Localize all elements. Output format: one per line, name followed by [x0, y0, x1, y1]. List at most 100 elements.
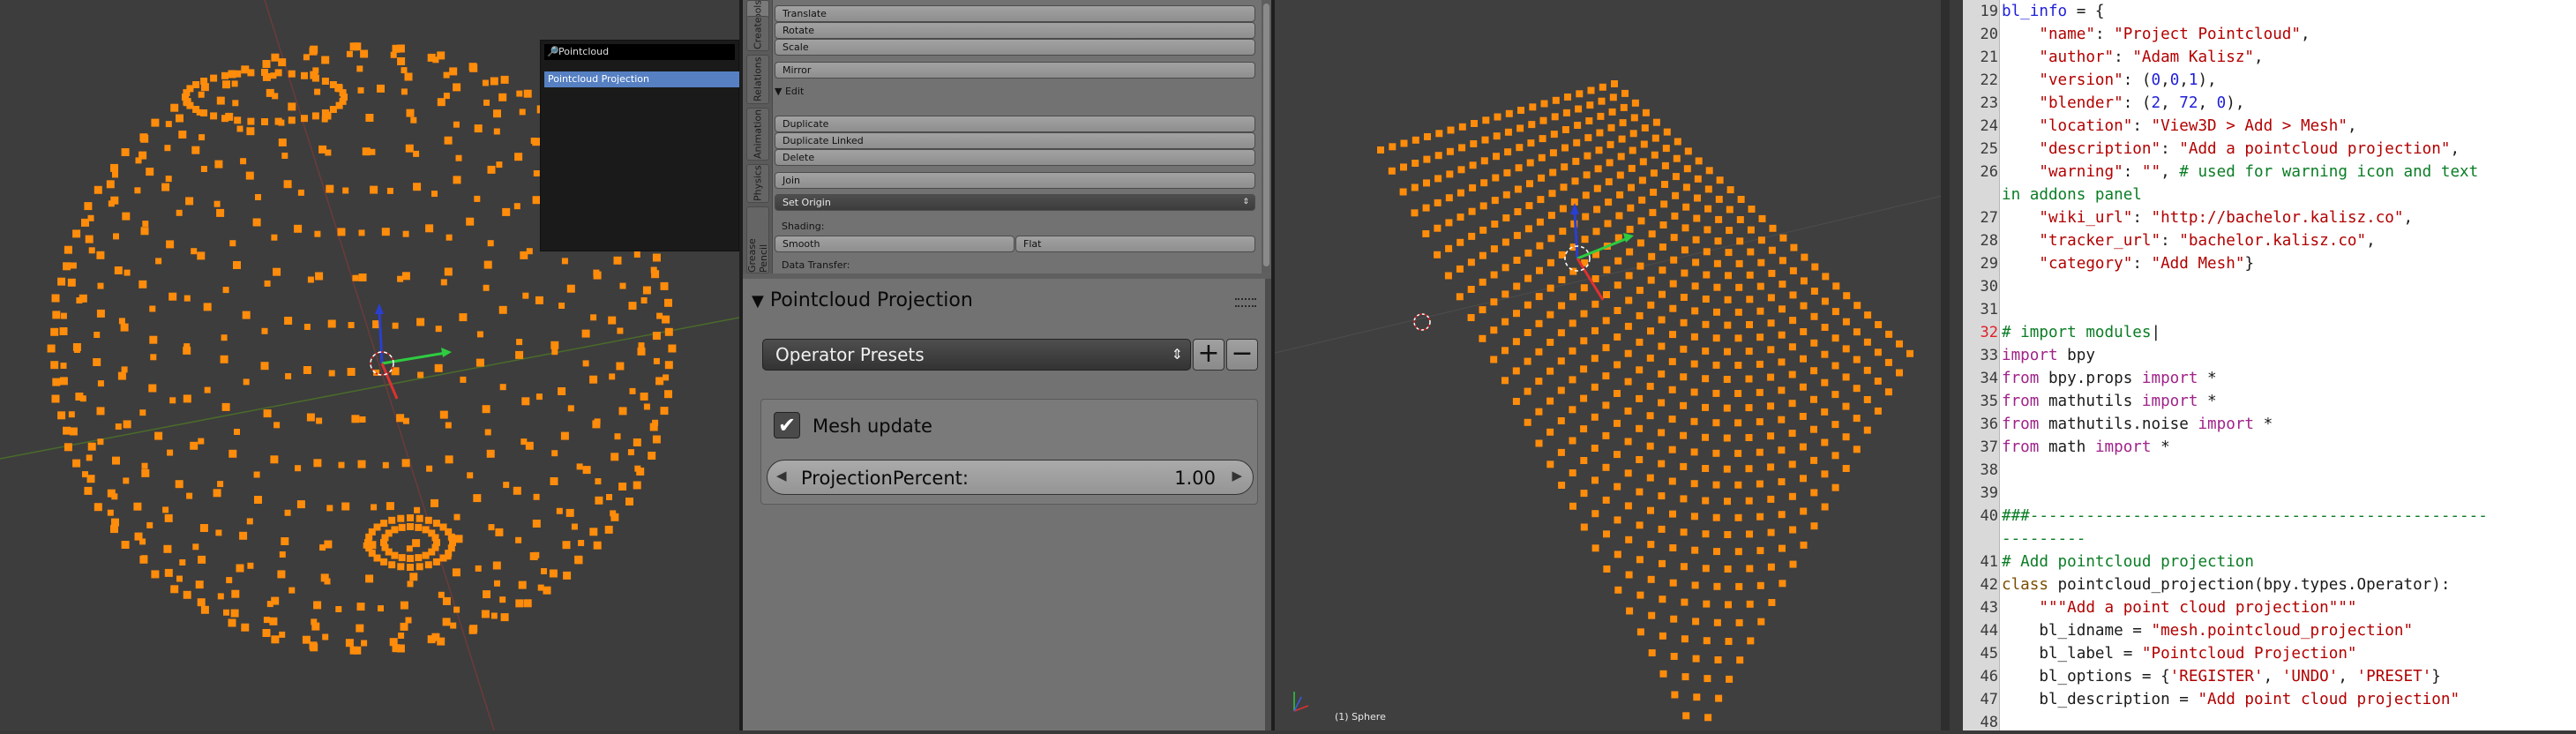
smooth-button[interactable]: Smooth — [775, 236, 1015, 252]
code-line: import bpy — [2002, 347, 2095, 364]
tab-create[interactable]: Create — [746, 16, 769, 51]
viewport-edge — [1941, 0, 1950, 730]
code-line: "version": (0,0,1), — [2039, 71, 2217, 89]
delete-label: Delete — [783, 152, 815, 163]
code-line: bl_info = { — [2002, 3, 2105, 20]
line-number: 22 — [1980, 71, 1998, 89]
code-line: # Add pointcloud projection — [2002, 553, 2254, 571]
line-number: 28 — [1980, 232, 1998, 250]
line-number: 35 — [1980, 393, 1998, 410]
line-number: 26 — [1980, 163, 1998, 181]
add-preset-button[interactable]: + — [1193, 339, 1224, 371]
plus-icon: + — [1197, 338, 1220, 369]
minus-icon: − — [1231, 338, 1254, 369]
dropdown-arrows-icon: ⇕ — [1171, 346, 1183, 363]
code-line: # import modules| — [2002, 324, 2161, 341]
tab-relations-label: Relations — [752, 56, 764, 102]
tab-physics[interactable]: Physics — [746, 164, 769, 203]
delete-button[interactable]: Delete — [775, 149, 1255, 166]
decrement-arrow-icon[interactable]: ◀ — [776, 468, 787, 483]
duplicate-linked-button[interactable]: Duplicate Linked — [775, 132, 1255, 149]
data-transfer-label: Data Transfer: — [782, 259, 850, 271]
line-number: 25 — [1980, 140, 1998, 158]
line-number: 23 — [1980, 94, 1998, 112]
operator-redo-panel: ▼ Pointcloud Projection Operator Presets… — [743, 279, 1278, 730]
operator-panel-header[interactable]: ▼ Pointcloud Projection — [752, 289, 973, 311]
shading-label: Shading: — [782, 221, 825, 232]
viewport-right[interactable]: (1) Sphere — [1275, 0, 1950, 730]
line-number: 42 — [1980, 576, 1998, 594]
line-number: 34 — [1980, 370, 1998, 387]
operator-search-menu[interactable]: 🔎 Pointcloud Pointcloud Projection — [540, 40, 739, 251]
collapse-triangle-icon: ▼ — [775, 86, 783, 97]
tab-animation[interactable]: Animation — [746, 108, 769, 161]
code-line: "wiki_url": "http://bachelor.kalisz.co", — [2039, 209, 2414, 227]
operator-panel-title: Pointcloud Projection — [769, 289, 973, 311]
tab-grease-pencil-label: Grease Pencil — [746, 238, 769, 273]
set-origin-label: Set Origin — [783, 197, 831, 208]
code-line: "description": "Add a pointcloud project… — [2039, 140, 2460, 158]
duplicate-label: Duplicate — [783, 118, 829, 130]
code-line: bl_options = {'REGISTER', 'UNDO', 'PRESE… — [2002, 668, 2441, 685]
line-number: 21 — [1980, 49, 1998, 66]
flat-label: Flat — [1023, 238, 1042, 250]
remove-preset-button[interactable]: − — [1226, 339, 1258, 371]
line-number: 29 — [1980, 255, 1998, 273]
scale-button[interactable]: Scale — [775, 39, 1255, 56]
tab-relations[interactable]: Relations — [746, 55, 769, 104]
line-number: 27 — [1980, 209, 1998, 227]
code-line: bl_idname = "mesh.pointcloud_projection" — [2002, 622, 2414, 640]
operator-presets-dropdown[interactable]: Operator Presets ⇕ — [762, 339, 1191, 371]
tab-grease-pencil[interactable]: Grease Pencil — [746, 206, 769, 273]
code-line: bl_label = "Pointcloud Projection" — [2002, 645, 2357, 663]
join-button[interactable]: Join — [775, 172, 1255, 189]
line-number: 32 — [1980, 324, 1998, 341]
projection-percent-slider[interactable]: ◀ ProjectionPercent: 1.00 ▶ — [767, 460, 1254, 495]
line-number: 36 — [1980, 416, 1998, 433]
duplicate-button[interactable]: Duplicate — [775, 116, 1255, 132]
increment-arrow-icon[interactable]: ▶ — [1232, 468, 1242, 483]
search-input[interactable]: 🔎 Pointcloud — [544, 44, 735, 60]
code-line: "warning": "", # used for warning icon a… — [2039, 163, 2479, 181]
window-divider[interactable] — [1950, 0, 1963, 730]
code-line: "author": "Adam Kalisz", — [2039, 49, 2264, 66]
set-origin-dropdown[interactable]: Set Origin ⇕ — [775, 194, 1255, 211]
tool-shelf: Tools Create Relations Animation Physics… — [743, 0, 1278, 730]
line-number: 48 — [1980, 714, 1998, 731]
code-line: "name": "Project Pointcloud", — [2039, 26, 2310, 43]
mirror-label: Mirror — [783, 64, 812, 76]
tool-shelf-scrollbar[interactable] — [1262, 0, 1271, 273]
edit-panel-header[interactable]: ▼ Edit — [775, 86, 804, 97]
search-icon: 🔎 — [547, 46, 559, 57]
flat-button[interactable]: Flat — [1015, 236, 1255, 252]
code-line: bl_description = "Add point cloud projec… — [2002, 691, 2460, 708]
checkmark-icon: ✔ — [777, 413, 797, 438]
viewport-left[interactable]: 🔎 Pointcloud Pointcloud Projection — [0, 0, 739, 730]
rotate-button[interactable]: Rotate — [775, 22, 1255, 39]
translate-button[interactable]: Translate — [775, 5, 1255, 22]
x-axis-line — [0, 317, 739, 460]
line-number: 47 — [1980, 691, 1998, 708]
line-number: 39 — [1980, 484, 1998, 502]
line-number: 33 — [1980, 347, 1998, 364]
mirror-button[interactable]: Mirror — [775, 62, 1255, 79]
code-line: from mathutils import * — [2002, 393, 2217, 410]
code-line: "tracker_url": "bachelor.kalisz.co", — [2039, 232, 2376, 250]
search-result-item[interactable]: Pointcloud Projection — [544, 71, 739, 87]
3d-cursor-icon[interactable] — [1413, 313, 1431, 331]
drag-handle-icon[interactable] — [1235, 298, 1256, 307]
mesh-update-checkbox[interactable]: ✔ — [774, 412, 800, 438]
line-number: 40 — [1980, 507, 1998, 525]
code-line: from mathutils.noise import * — [2002, 416, 2273, 433]
y-axis-line — [264, 0, 495, 730]
code-line: "blender": (2, 72, 0), — [2039, 94, 2245, 112]
transform-gizmo-left[interactable] — [370, 303, 452, 400]
text-editor[interactable]: 19 20 21 22 23 24 25 26 27 28 29 30 31 32 33 34 35 36 37 38… — [1963, 0, 2576, 731]
code-line: from math import * — [2002, 438, 2170, 456]
line-number: 31 — [1980, 301, 1998, 318]
plane-pointcloud-view — [1275, 80, 1950, 722]
mesh-update-label: Mesh update — [812, 416, 932, 437]
line-number: 43 — [1980, 599, 1998, 617]
smooth-label: Smooth — [783, 238, 820, 250]
vertex-points-plane — [1377, 80, 1913, 722]
